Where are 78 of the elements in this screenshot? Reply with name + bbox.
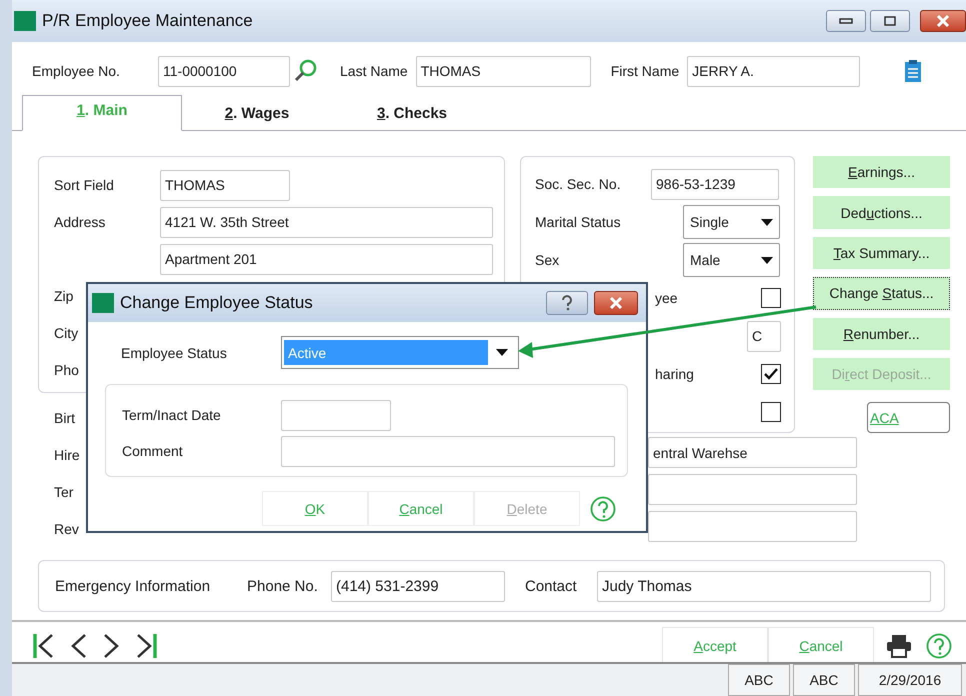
window-title: P/R Employee Maintenance	[42, 11, 253, 31]
caret-icon	[761, 256, 773, 264]
caret-icon	[496, 349, 508, 356]
input-field[interactable]: 4121 W. 35th Street	[160, 206, 493, 238]
input-field[interactable]	[648, 511, 857, 542]
field-label: Employee Status	[121, 344, 228, 360]
printer-icon[interactable]	[886, 634, 912, 658]
input-field[interactable]: C	[747, 320, 781, 352]
field-label: Soc. Sec. No.	[535, 176, 622, 192]
input-field[interactable]: Apartment 201	[160, 244, 493, 274]
group-label: Emergency Information	[55, 578, 212, 594]
next-record-icon[interactable]	[102, 632, 120, 660]
help-icon[interactable]	[926, 633, 952, 659]
side-button[interactable]: Change Status...	[813, 277, 950, 310]
status-panel: ABC	[728, 664, 790, 696]
maximize-button[interactable]	[870, 10, 910, 32]
maximize-icon	[884, 16, 896, 26]
field-label: Employee No.	[32, 63, 121, 79]
close-button[interactable]	[594, 291, 638, 315]
field-label: Sex	[535, 252, 560, 268]
minimize-button[interactable]	[826, 10, 866, 32]
field-label: Hire	[54, 446, 80, 462]
minimize-icon	[839, 18, 853, 24]
field-label: Ter	[54, 484, 74, 500]
field-label: yee	[655, 290, 678, 306]
tab[interactable]: 3. Checks	[332, 96, 492, 130]
clipboard-icon[interactable]	[904, 59, 922, 83]
field-label: Last Name	[340, 63, 408, 79]
field-label: Comment	[122, 443, 184, 459]
input-field[interactable]: (414) 531-2399	[331, 570, 505, 602]
checkbox[interactable]	[761, 402, 781, 422]
dialog-title: Change Employee Status	[120, 293, 313, 313]
field-label: Marital Status	[535, 214, 622, 230]
app-logo-icon	[14, 11, 36, 31]
checkbox[interactable]	[761, 364, 781, 384]
field-label: Phone No.	[247, 578, 319, 594]
close-icon	[936, 15, 950, 27]
input-field[interactable]: JERRY A.	[687, 56, 860, 86]
input-field[interactable]	[281, 436, 615, 466]
field-label: haring	[655, 366, 694, 382]
app-logo-icon	[92, 293, 114, 313]
input-field[interactable]	[281, 400, 391, 430]
field-label: First Name	[610, 63, 680, 79]
caret-icon	[761, 218, 773, 226]
side-button[interactable]: Renumber...	[813, 318, 950, 350]
field-label: Sort Field	[54, 177, 115, 193]
input-field[interactable]: 986-53-1239	[651, 168, 779, 200]
help-icon[interactable]	[590, 496, 616, 522]
field-label: Term/Inact Date	[122, 407, 222, 423]
checkbox[interactable]	[761, 288, 781, 308]
field-label: Zip	[54, 288, 74, 304]
search-icon[interactable]	[292, 58, 318, 84]
field-label: Birt	[54, 410, 75, 426]
dropdown[interactable]: Male	[683, 243, 780, 277]
input-field[interactable]: THOMAS	[416, 56, 591, 86]
field-label: Address	[54, 214, 106, 230]
input-field[interactable]: entral Warehse	[648, 437, 857, 468]
side-button[interactable]: Earnings...	[813, 156, 950, 188]
question-icon	[561, 295, 573, 311]
previous-record-icon[interactable]	[70, 632, 88, 660]
tab[interactable]: 2. Wages	[182, 96, 332, 130]
input-field[interactable]: 11-0000100	[158, 56, 290, 86]
help-button[interactable]	[546, 291, 588, 315]
checkmark-icon	[764, 368, 778, 380]
field-label: City	[54, 325, 78, 341]
input-field[interactable]: THOMAS	[160, 170, 290, 200]
input-field[interactable]: Judy Thomas	[597, 570, 931, 602]
close-icon	[609, 297, 623, 309]
dropdown[interactable]: Single	[683, 205, 780, 239]
status-panel: 2/29/2016	[858, 664, 962, 696]
field-label: Pho	[54, 362, 79, 378]
side-button[interactable]: Tax Summary...	[813, 236, 950, 270]
side-button[interactable]: Deductions...	[813, 196, 950, 229]
field-label: Contact	[525, 578, 578, 594]
field-label: Rev	[54, 520, 79, 536]
status-panel: ABC	[793, 664, 855, 696]
close-button[interactable]	[920, 10, 966, 32]
input-field[interactable]	[648, 474, 857, 505]
